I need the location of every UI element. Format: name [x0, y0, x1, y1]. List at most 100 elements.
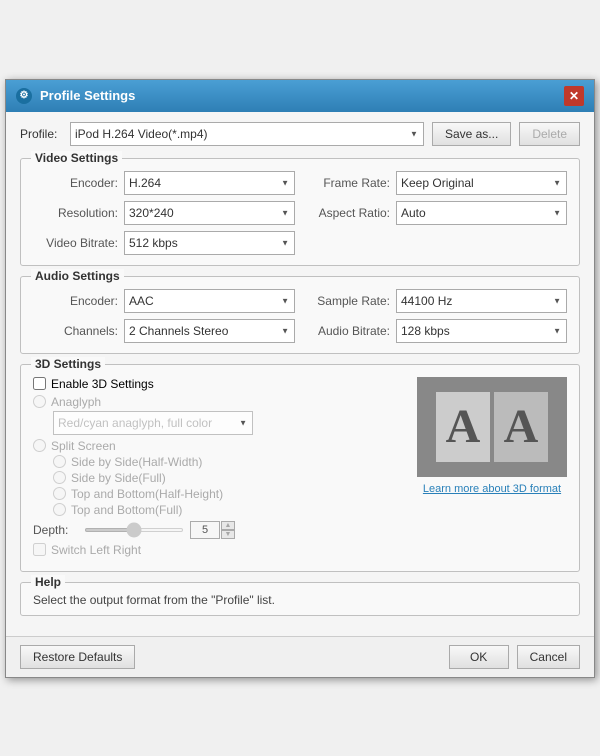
audio-encoder-label: Encoder:	[33, 294, 118, 308]
depth-row: Depth: ▲ ▼	[33, 521, 407, 539]
aspect-ratio-label: Aspect Ratio:	[305, 206, 390, 220]
resolution-label: Resolution:	[33, 206, 118, 220]
depth-slider[interactable]	[84, 528, 184, 532]
audio-bitrate-row: Audio Bitrate: 128 kbps	[305, 319, 567, 343]
anaglyph-select[interactable]: Red/cyan anaglyph, full color	[53, 411, 253, 435]
channels-row: Channels: 2 Channels Stereo	[33, 319, 295, 343]
depth-decrement-button[interactable]: ▼	[221, 530, 235, 539]
close-button[interactable]: ✕	[564, 86, 584, 106]
audio-encoder-row: Encoder: AAC	[33, 289, 295, 313]
channels-label: Channels:	[33, 324, 118, 338]
audio-encoder-select-wrapper: AAC	[124, 289, 295, 313]
sample-rate-select[interactable]: 44100 Hz	[396, 289, 567, 313]
side-by-side-half-row: Side by Side(Half-Width)	[53, 455, 407, 469]
aspect-ratio-select-wrapper: Auto	[396, 201, 567, 225]
video-bitrate-select-wrapper: 512 kbps	[124, 231, 295, 255]
aa-letter-left: A	[436, 392, 490, 462]
audio-bitrate-select-wrapper: 128 kbps	[396, 319, 567, 343]
cancel-button[interactable]: Cancel	[517, 645, 580, 669]
audio-bitrate-select[interactable]: 128 kbps	[396, 319, 567, 343]
top-bottom-full-radio[interactable]	[53, 503, 66, 516]
audio-settings-title: Audio Settings	[31, 269, 124, 283]
video-settings-content: Encoder: H.264 Frame Rate: Keep Origina	[33, 171, 567, 255]
frame-rate-select[interactable]: Keep Original	[396, 171, 567, 195]
frame-rate-select-wrapper: Keep Original	[396, 171, 567, 195]
aspect-ratio-select[interactable]: Auto	[396, 201, 567, 225]
switch-left-right-row: Switch Left Right	[33, 543, 407, 557]
frame-rate-row: Frame Rate: Keep Original	[305, 171, 567, 195]
3d-settings-left: Enable 3D Settings Anaglyph Red/cyan ana…	[33, 377, 407, 561]
resolution-row: Resolution: 320*240	[33, 201, 295, 225]
3d-settings-section: 3D Settings Enable 3D Settings Anaglyph	[20, 364, 580, 572]
3d-settings-content: Enable 3D Settings Anaglyph Red/cyan ana…	[33, 377, 567, 561]
side-by-side-half-radio[interactable]	[53, 455, 66, 468]
split-screen-radio[interactable]	[33, 439, 46, 452]
encoder-select-wrapper: H.264	[124, 171, 295, 195]
split-screen-label: Split Screen	[51, 439, 116, 453]
split-screen-options: Side by Side(Half-Width) Side by Side(Fu…	[33, 455, 407, 517]
enable-3d-label: Enable 3D Settings	[51, 377, 154, 391]
switch-left-right-checkbox[interactable]	[33, 543, 46, 556]
enable-3d-row: Enable 3D Settings	[33, 377, 407, 391]
encoder-row: Encoder: H.264	[33, 171, 295, 195]
restore-defaults-button[interactable]: Restore Defaults	[20, 645, 135, 669]
video-bitrate-row: Video Bitrate: 512 kbps	[33, 231, 295, 255]
dialog-footer: Restore Defaults OK Cancel	[6, 636, 594, 677]
dialog-title: Profile Settings	[40, 88, 135, 103]
aa-letter-right: A	[494, 392, 548, 462]
dialog-window: ⚙ Profile Settings ✕ Profile: iPod H.264…	[5, 79, 595, 678]
profile-label: Profile:	[20, 127, 62, 141]
top-bottom-half-radio[interactable]	[53, 487, 66, 500]
video-settings-title: Video Settings	[31, 151, 122, 165]
delete-button[interactable]: Delete	[519, 122, 580, 146]
resolution-select[interactable]: 320*240	[124, 201, 295, 225]
profile-select-wrapper: iPod H.264 Video(*.mp4)	[70, 122, 424, 146]
depth-input[interactable]	[190, 521, 220, 539]
side-by-side-full-label: Side by Side(Full)	[71, 471, 166, 485]
depth-label: Depth:	[33, 523, 78, 537]
title-bar-left: ⚙ Profile Settings	[16, 88, 135, 104]
audio-settings-section: Audio Settings Encoder: AAC Sampl	[20, 276, 580, 354]
encoder-label: Encoder:	[33, 176, 118, 190]
resolution-select-wrapper: 320*240	[124, 201, 295, 225]
3d-settings-title: 3D Settings	[31, 357, 105, 371]
anaglyph-radio[interactable]	[33, 395, 46, 408]
enable-3d-checkbox[interactable]	[33, 377, 46, 390]
depth-increment-button[interactable]: ▲	[221, 521, 235, 530]
channels-select-wrapper: 2 Channels Stereo	[124, 319, 295, 343]
video-bitrate-label: Video Bitrate:	[33, 236, 118, 250]
video-form-grid: Encoder: H.264 Frame Rate: Keep Origina	[33, 171, 567, 255]
help-text: Select the output format from the "Profi…	[33, 593, 567, 607]
ok-button[interactable]: OK	[449, 645, 509, 669]
title-bar: ⚙ Profile Settings ✕	[6, 80, 594, 112]
audio-settings-content: Encoder: AAC Sample Rate: 44100 Hz	[33, 289, 567, 343]
anaglyph-row: Anaglyph	[33, 395, 407, 409]
anaglyph-dropdown-wrap: Red/cyan anaglyph, full color	[33, 411, 407, 435]
sample-rate-row: Sample Rate: 44100 Hz	[305, 289, 567, 313]
3d-settings-right: A A Learn more about 3D format	[417, 377, 567, 561]
audio-bitrate-label: Audio Bitrate:	[305, 324, 390, 338]
sample-rate-select-wrapper: 44100 Hz	[396, 289, 567, 313]
encoder-select[interactable]: H.264	[124, 171, 295, 195]
depth-spinner-buttons: ▲ ▼	[221, 521, 235, 539]
top-bottom-half-row: Top and Bottom(Half-Height)	[53, 487, 407, 501]
switch-left-right-label: Switch Left Right	[51, 543, 141, 557]
empty-cell	[305, 231, 567, 255]
footer-right-buttons: OK Cancel	[449, 645, 580, 669]
profile-select[interactable]: iPod H.264 Video(*.mp4)	[70, 122, 424, 146]
audio-form-grid: Encoder: AAC Sample Rate: 44100 Hz	[33, 289, 567, 343]
anaglyph-select-wrapper: Red/cyan anaglyph, full color	[53, 411, 253, 435]
video-bitrate-select[interactable]: 512 kbps	[124, 231, 295, 255]
save-as-button[interactable]: Save as...	[432, 122, 511, 146]
side-by-side-full-radio[interactable]	[53, 471, 66, 484]
help-title: Help	[31, 575, 65, 589]
sample-rate-label: Sample Rate:	[305, 294, 390, 308]
aspect-ratio-row: Aspect Ratio: Auto	[305, 201, 567, 225]
app-icon: ⚙	[16, 88, 32, 104]
side-by-side-full-row: Side by Side(Full)	[53, 471, 407, 485]
audio-encoder-select[interactable]: AAC	[124, 289, 295, 313]
frame-rate-label: Frame Rate:	[305, 176, 390, 190]
channels-select[interactable]: 2 Channels Stereo	[124, 319, 295, 343]
side-by-side-half-label: Side by Side(Half-Width)	[71, 455, 202, 469]
learn-more-link[interactable]: Learn more about 3D format	[423, 483, 561, 495]
